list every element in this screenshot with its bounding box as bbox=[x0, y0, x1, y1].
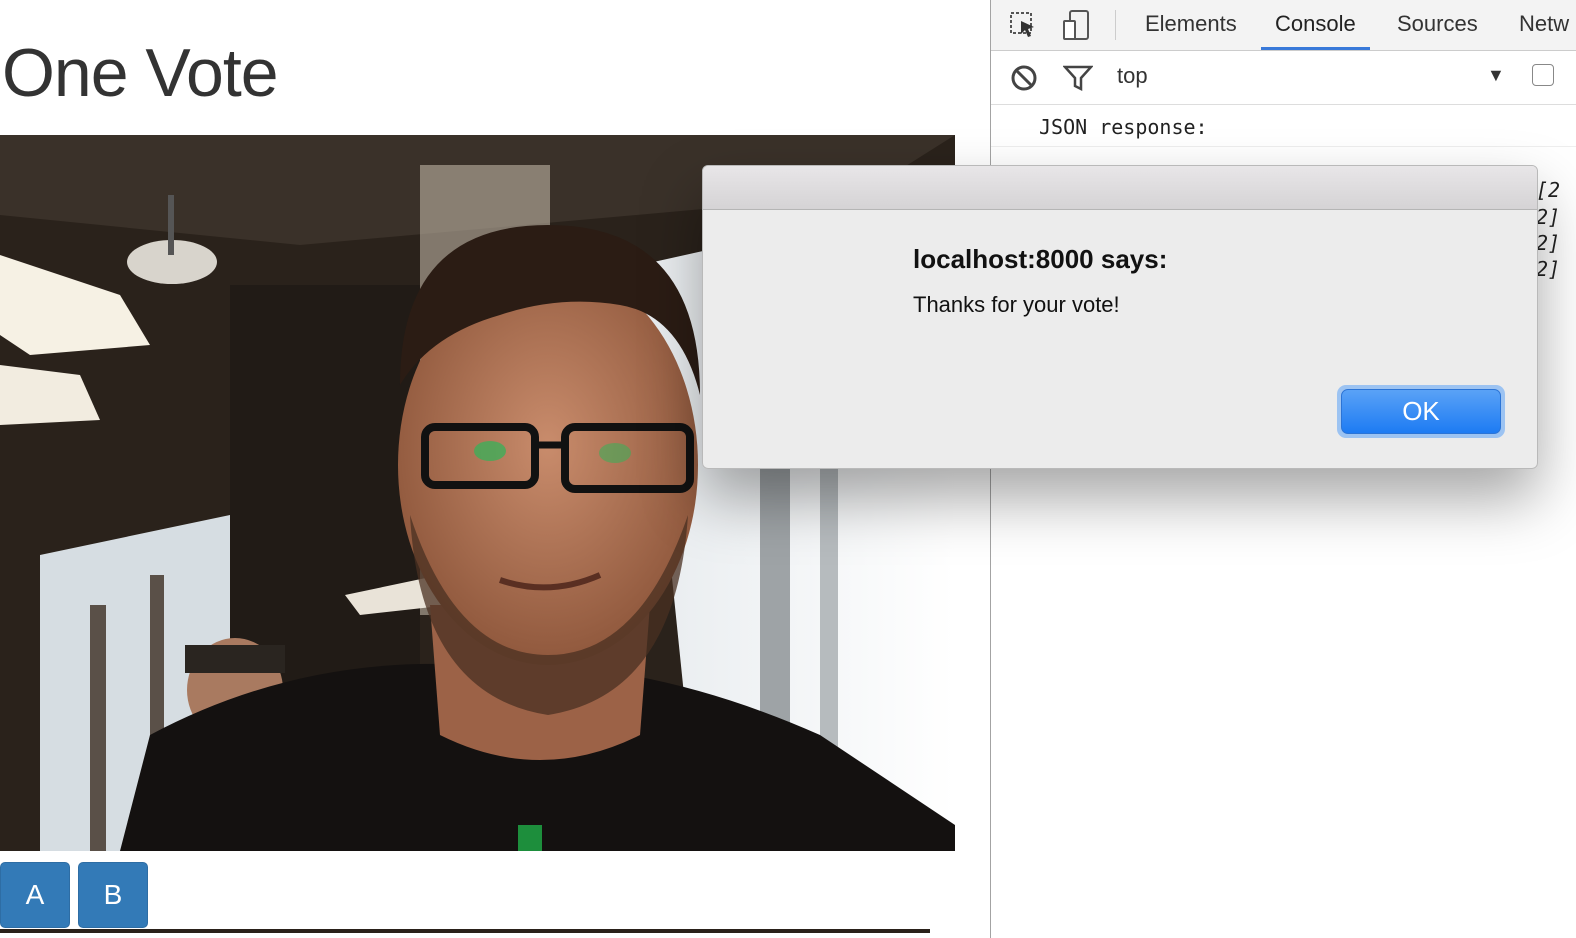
vote-b-button[interactable]: B bbox=[78, 862, 148, 928]
vote-a-button[interactable]: A bbox=[0, 862, 70, 928]
device-toolbar-icon[interactable] bbox=[1059, 8, 1093, 42]
devtools-panel: Elements Console Sources Netw top ▼ JSON… bbox=[990, 0, 1576, 938]
devtools-tab-bar: Elements Console Sources Netw bbox=[991, 0, 1576, 51]
dialog-heading: localhost:8000 says: bbox=[913, 244, 1168, 274]
tab-elements[interactable]: Elements bbox=[1131, 0, 1251, 50]
tab-network[interactable]: Netw bbox=[1505, 0, 1576, 50]
tab-console[interactable]: Console bbox=[1261, 0, 1370, 50]
context-dropdown-icon[interactable]: ▼ bbox=[1487, 65, 1505, 86]
console-log-entry: JSON response: bbox=[991, 105, 1576, 147]
toolbar-divider bbox=[1115, 10, 1116, 40]
console-output-fragment: 2] bbox=[1536, 257, 1561, 281]
page-bottom-edge bbox=[0, 929, 930, 933]
ok-button[interactable]: OK bbox=[1341, 389, 1501, 434]
page-title: One Vote bbox=[2, 35, 279, 111]
tab-sources[interactable]: Sources bbox=[1383, 0, 1492, 50]
preserve-log-checkbox[interactable] bbox=[1532, 64, 1554, 86]
filter-icon[interactable] bbox=[1061, 61, 1095, 95]
context-selector[interactable]: top bbox=[1117, 63, 1148, 89]
alert-dialog: localhost:8000 says: Thanks for your vot… bbox=[702, 165, 1538, 469]
console-output-fragment: 2] bbox=[1536, 231, 1561, 255]
voting-page: One Vote A B bbox=[0, 0, 990, 938]
console-output-fragment: [2 bbox=[1536, 178, 1561, 202]
console-output-fragment: 2] bbox=[1536, 205, 1561, 229]
dialog-message: Thanks for your vote! bbox=[913, 292, 1120, 317]
clear-console-icon[interactable] bbox=[1007, 61, 1041, 95]
console-toolbar: top ▼ bbox=[991, 51, 1576, 105]
dialog-titlebar bbox=[703, 166, 1537, 210]
inspect-element-icon[interactable] bbox=[1006, 8, 1040, 42]
